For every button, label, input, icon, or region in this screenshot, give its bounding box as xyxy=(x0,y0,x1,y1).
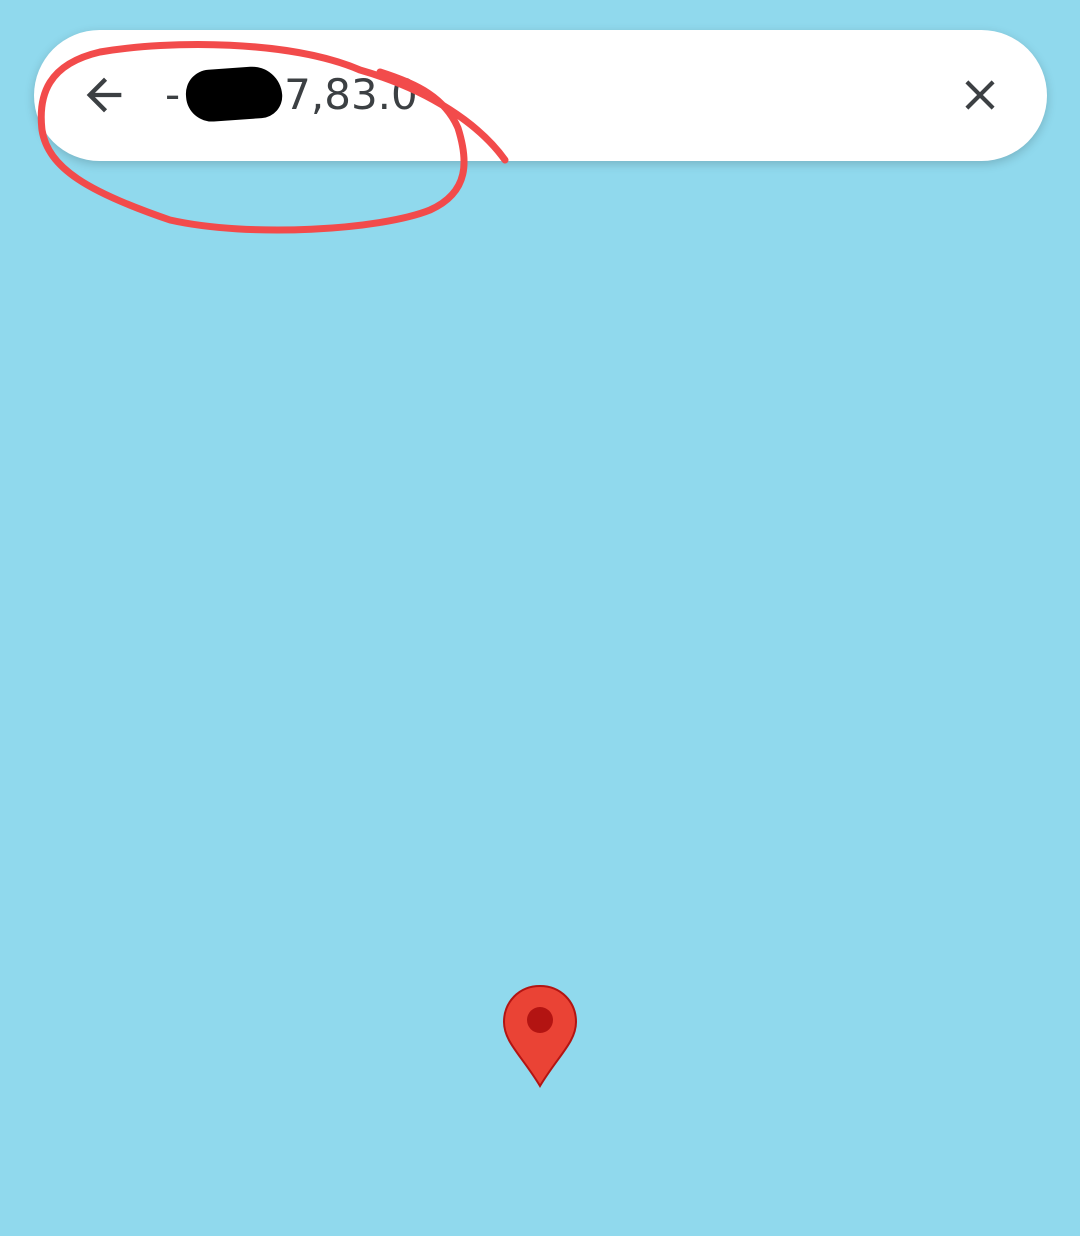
query-visible-suffix: 7,83.0 xyxy=(284,69,418,119)
map-pin-icon[interactable] xyxy=(500,982,580,1090)
pin-center-dot xyxy=(527,1007,553,1033)
close-icon xyxy=(965,80,995,110)
query-prefix: - xyxy=(165,69,181,119)
search-bar[interactable]: - 7,83.0 xyxy=(34,30,1047,161)
arrow-back-icon xyxy=(86,77,122,113)
clear-button[interactable] xyxy=(948,63,1012,127)
search-query[interactable]: - 7,83.0 xyxy=(165,62,418,126)
redaction-mark xyxy=(184,64,284,124)
back-button[interactable] xyxy=(72,63,136,127)
